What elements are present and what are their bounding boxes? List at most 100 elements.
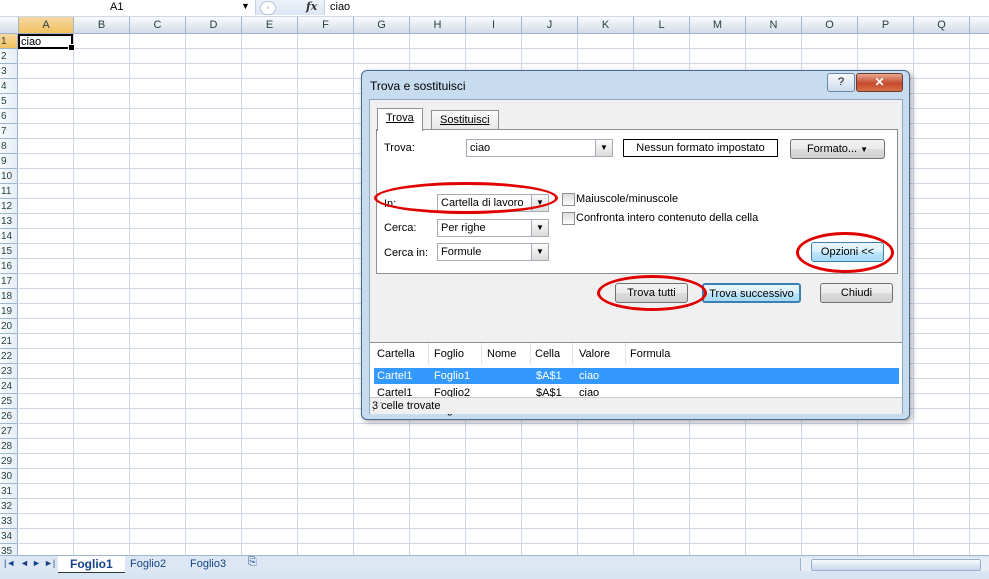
insert-sheet-icon[interactable]: ⎘ [248, 556, 257, 569]
name-box[interactable]: A1 ▼ [0, 0, 256, 15]
sheet-tab-foglio3[interactable]: Foglio3 [178, 556, 238, 572]
row-header[interactable]: 1 [0, 34, 18, 49]
row-header[interactable]: 5 [0, 94, 18, 109]
row-header[interactable]: 24 [0, 379, 18, 394]
resize-grip-icon[interactable]: ⋰ [372, 400, 900, 413]
row-header[interactable]: 4 [0, 79, 18, 94]
find-input[interactable]: ciao ▼ [466, 139, 613, 157]
row-header[interactable]: 14 [0, 229, 18, 244]
sheet-tab-foglio2[interactable]: Foglio2 [118, 556, 178, 572]
row-header[interactable]: 8 [0, 139, 18, 154]
close-button[interactable]: Chiudi [820, 283, 893, 303]
formula-bar: A1 ▼ ◦ fx ciao [0, 0, 989, 17]
row-header[interactable]: 9 [0, 154, 18, 169]
row-header[interactable]: 28 [0, 439, 18, 454]
table-row[interactable]: Cartel1 Foglio1 $A$1 ciao [374, 368, 899, 384]
find-next-button[interactable]: Trova successivo [702, 283, 801, 303]
column-header[interactable]: B [74, 17, 130, 33]
horizontal-scrollbar[interactable] [800, 558, 989, 571]
results-header-nome[interactable]: Nome [487, 348, 516, 360]
results-header-valore[interactable]: Valore [579, 348, 610, 360]
tab-trova[interactable]: Trova [377, 108, 423, 131]
chevron-down-icon[interactable]: ▼ [531, 244, 548, 260]
column-header[interactable]: A [19, 17, 74, 33]
row-header[interactable]: 32 [0, 499, 18, 514]
row-header[interactable]: 19 [0, 304, 18, 319]
match-entire-label: Confronta intero contenuto della cella [576, 212, 759, 224]
close-icon[interactable]: ✕ [856, 73, 903, 92]
active-cell[interactable]: ciao [18, 34, 75, 51]
tab-sostituisci[interactable]: Sostituisci [431, 110, 499, 130]
scrollbar-thumb[interactable] [811, 559, 981, 571]
annotation-circle-find-all [597, 275, 707, 311]
column-header[interactable]: J [522, 17, 578, 33]
row-header[interactable]: 2 [0, 49, 18, 64]
match-entire-checkbox[interactable] [562, 212, 575, 225]
row-header[interactable]: 21 [0, 334, 18, 349]
column-header[interactable]: H [410, 17, 466, 33]
column-header[interactable]: C [130, 17, 186, 33]
row-header[interactable]: 13 [0, 214, 18, 229]
search-select[interactable]: Per righe ▼ [437, 219, 549, 237]
last-sheet-icon[interactable]: ►| [44, 558, 55, 568]
column-header[interactable]: P [858, 17, 914, 33]
result-value: ciao [579, 370, 600, 382]
fill-handle[interactable] [68, 44, 75, 51]
next-sheet-icon[interactable]: ► [32, 558, 41, 568]
chevron-down-icon[interactable]: ▼ [531, 220, 548, 236]
column-header[interactable]: D [186, 17, 242, 33]
row-header[interactable]: 23 [0, 364, 18, 379]
select-all-corner[interactable] [0, 17, 19, 33]
row-header[interactable]: 10 [0, 169, 18, 184]
column-header[interactable]: G [354, 17, 410, 33]
results-header-cartella[interactable]: Cartella [377, 348, 415, 360]
column-header[interactable]: E [242, 17, 298, 33]
first-sheet-icon[interactable]: |◄ [4, 558, 15, 568]
row-header[interactable]: 20 [0, 319, 18, 334]
row-header[interactable]: 18 [0, 289, 18, 304]
result-workbook: Cartel1 [377, 370, 413, 382]
row-header[interactable]: 29 [0, 454, 18, 469]
expand-icon[interactable]: ◦ [260, 1, 276, 15]
chevron-down-icon: ▼ [860, 145, 869, 154]
row-header[interactable]: 3 [0, 64, 18, 79]
row-header[interactable]: 25 [0, 394, 18, 409]
row-header[interactable]: 17 [0, 274, 18, 289]
row-header[interactable]: 6 [0, 109, 18, 124]
results-header-formula[interactable]: Formula [630, 348, 670, 360]
match-case-checkbox[interactable] [562, 193, 575, 206]
column-header[interactable]: M [690, 17, 746, 33]
row-header[interactable]: 22 [0, 349, 18, 364]
lookin-select[interactable]: Formule ▼ [437, 243, 549, 261]
row-header[interactable]: 26 [0, 409, 18, 424]
row-header[interactable]: 33 [0, 514, 18, 529]
row-header[interactable]: 31 [0, 484, 18, 499]
column-header[interactable]: L [634, 17, 690, 33]
row-header[interactable]: 16 [0, 259, 18, 274]
column-header[interactable]: Q [914, 17, 970, 33]
column-header[interactable]: N [746, 17, 802, 33]
row-header[interactable]: 11 [0, 184, 18, 199]
row-header[interactable]: 27 [0, 424, 18, 439]
format-button[interactable]: Formato... ▼ [790, 139, 885, 159]
insert-function-icon[interactable]: fx [306, 0, 317, 13]
row-header[interactable]: 7 [0, 124, 18, 139]
prev-sheet-icon[interactable]: ◄ [20, 558, 29, 568]
results-header-cella[interactable]: Cella [535, 348, 560, 360]
chevron-down-icon[interactable]: ▼ [241, 1, 250, 11]
chevron-down-icon[interactable]: ▼ [595, 140, 612, 156]
row-header[interactable]: 30 [0, 469, 18, 484]
annotation-circle-in [374, 182, 558, 214]
row-header[interactable]: 12 [0, 199, 18, 214]
help-button[interactable]: ? [827, 73, 855, 92]
column-header[interactable]: I [466, 17, 522, 33]
sheet-tab-foglio1[interactable]: Foglio1 [58, 556, 125, 574]
results-header-foglio[interactable]: Foglio [434, 348, 464, 360]
cell-a1-value: ciao [21, 36, 42, 48]
column-header[interactable]: O [802, 17, 858, 33]
column-header[interactable]: F [298, 17, 354, 33]
formula-input[interactable]: ciao [330, 1, 350, 13]
column-header[interactable]: K [578, 17, 634, 33]
row-header[interactable]: 15 [0, 244, 18, 259]
row-header[interactable]: 34 [0, 529, 18, 544]
